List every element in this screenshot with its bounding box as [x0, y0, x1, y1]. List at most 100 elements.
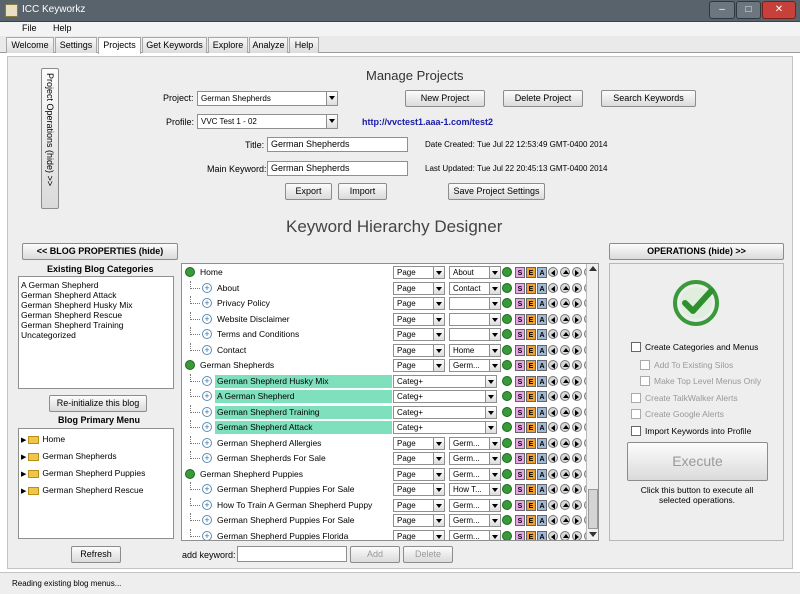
- add-node-icon[interactable]: +: [202, 530, 212, 540]
- move-right-icon[interactable]: [572, 360, 582, 370]
- action-e-icon[interactable]: E: [526, 453, 536, 464]
- add-node-icon[interactable]: +: [202, 313, 212, 324]
- operation-option[interactable]: Make Top Level Menus Only: [640, 376, 790, 388]
- hierarchy-scrollbar[interactable]: [586, 264, 598, 540]
- parent-select[interactable]: Germ...: [449, 359, 501, 372]
- globe-icon[interactable]: [502, 298, 512, 308]
- move-left-icon[interactable]: [548, 313, 558, 324]
- move-left-icon[interactable]: [548, 282, 558, 293]
- globe-icon[interactable]: [502, 313, 512, 324]
- tab-analyze[interactable]: Analyze: [249, 37, 288, 53]
- move-up-icon[interactable]: [560, 468, 570, 479]
- page-type-select[interactable]: Categ+: [393, 405, 497, 419]
- checkbox[interactable]: [640, 360, 650, 370]
- hierarchy-keyword[interactable]: German Shepherd Puppies Florida: [215, 530, 390, 541]
- delete-button[interactable]: Delete: [403, 546, 453, 563]
- hierarchy-keyword[interactable]: German Shepherd Allergies: [215, 437, 390, 450]
- action-e-icon[interactable]: E: [526, 406, 536, 418]
- move-left-icon[interactable]: [548, 344, 558, 355]
- action-s-icon[interactable]: S: [515, 329, 525, 340]
- page-type-select[interactable]: Page: [393, 514, 445, 527]
- tab-help[interactable]: Help: [289, 37, 319, 53]
- expand-arrow-icon[interactable]: ▶: [21, 437, 26, 444]
- add-node-icon[interactable]: +: [202, 437, 212, 448]
- move-right-icon[interactable]: [572, 530, 582, 540]
- page-type-select[interactable]: Page: [393, 297, 445, 310]
- page-type-select[interactable]: Page: [393, 529, 445, 540]
- save-project-settings-button[interactable]: Save Project Settings: [448, 183, 545, 200]
- action-e-icon[interactable]: E: [526, 313, 536, 325]
- action-a-icon[interactable]: A: [537, 437, 547, 449]
- move-left-icon[interactable]: [548, 406, 558, 417]
- checkbox[interactable]: [631, 426, 641, 436]
- hierarchy-row[interactable]: German Shepherds Page Germ... S E A: [182, 358, 594, 373]
- action-a-icon[interactable]: A: [537, 298, 547, 309]
- execute-button[interactable]: Execute: [627, 442, 768, 481]
- globe-icon[interactable]: [502, 515, 512, 525]
- tab-welcome[interactable]: Welcome: [6, 37, 54, 53]
- action-e-icon[interactable]: E: [526, 515, 536, 526]
- action-a-icon[interactable]: A: [537, 344, 547, 356]
- add-node-icon[interactable]: +: [202, 375, 212, 386]
- move-right-icon[interactable]: [572, 515, 582, 525]
- move-up-icon[interactable]: [560, 406, 570, 417]
- move-up-icon[interactable]: [560, 422, 570, 432]
- parent-select[interactable]: How T...: [449, 483, 501, 496]
- reinitialize-blog-button[interactable]: Re-initialize this blog: [49, 395, 147, 412]
- action-s-icon[interactable]: S: [515, 499, 525, 511]
- keyword-hierarchy-tree[interactable]: Home Page About S E A + About Page Contact S E A + Pri…: [181, 263, 599, 541]
- profile-select[interactable]: VVC Test 1 - 02: [197, 114, 338, 129]
- page-type-select[interactable]: Page: [393, 312, 445, 326]
- expand-arrow-icon[interactable]: ▶: [21, 471, 26, 478]
- move-up-icon[interactable]: [560, 313, 570, 324]
- action-e-icon[interactable]: E: [526, 375, 536, 387]
- page-type-select[interactable]: Page: [393, 467, 445, 481]
- move-up-icon[interactable]: [560, 375, 570, 386]
- page-type-select[interactable]: Page: [393, 359, 445, 372]
- page-type-select[interactable]: Page: [393, 483, 445, 496]
- globe-icon[interactable]: [502, 344, 512, 355]
- import-button[interactable]: Import: [338, 183, 387, 200]
- action-e-icon[interactable]: E: [526, 267, 536, 278]
- globe-icon[interactable]: [502, 360, 512, 370]
- move-up-icon[interactable]: [560, 344, 570, 355]
- move-right-icon[interactable]: [572, 282, 582, 293]
- add-button[interactable]: Add: [350, 546, 400, 563]
- page-type-select[interactable]: Categ+: [393, 374, 497, 388]
- menu-file[interactable]: File: [22, 23, 37, 33]
- move-up-icon[interactable]: [560, 282, 570, 293]
- close-button[interactable]: ✕: [762, 1, 796, 19]
- menu-tree-item[interactable]: ▶ German Shepherd Rescue: [21, 483, 171, 500]
- move-right-icon[interactable]: [572, 329, 582, 339]
- operation-option[interactable]: Add To Existing Silos: [640, 360, 790, 372]
- action-s-icon[interactable]: S: [515, 375, 525, 387]
- parent-select[interactable]: [449, 328, 501, 341]
- hierarchy-row[interactable]: + German Shepherd Training Categ+ S E A: [182, 404, 594, 420]
- title-field[interactable]: German Shepherds: [267, 137, 408, 152]
- action-s-icon[interactable]: S: [515, 422, 525, 433]
- move-right-icon[interactable]: [572, 484, 582, 494]
- move-right-icon[interactable]: [572, 468, 582, 479]
- add-node-icon[interactable]: +: [202, 484, 212, 494]
- move-left-icon[interactable]: [548, 329, 558, 339]
- action-e-icon[interactable]: E: [526, 499, 536, 511]
- action-s-icon[interactable]: S: [515, 344, 525, 356]
- hierarchy-keyword[interactable]: How To Train A German Shepherd Puppy: [215, 499, 390, 512]
- move-left-icon[interactable]: [548, 468, 558, 479]
- globe-icon[interactable]: [502, 484, 512, 494]
- project-operations-toggle[interactable]: Project Operations (hide) >>: [41, 68, 59, 209]
- menu-tree-item[interactable]: ▶ Home: [21, 432, 171, 449]
- parent-select[interactable]: Germ...: [449, 452, 501, 465]
- hierarchy-row[interactable]: + German Shepherd Allergies Page Germ... S E A: [182, 435, 594, 451]
- action-s-icon[interactable]: S: [515, 437, 525, 449]
- parent-select[interactable]: Home: [449, 343, 501, 357]
- add-node-icon[interactable]: +: [202, 344, 212, 355]
- move-right-icon[interactable]: [572, 422, 582, 432]
- action-e-icon[interactable]: E: [526, 298, 536, 309]
- page-type-select[interactable]: Page: [393, 436, 445, 450]
- move-right-icon[interactable]: [572, 267, 582, 277]
- node-icon[interactable]: [185, 468, 195, 479]
- node-icon[interactable]: [185, 360, 195, 370]
- operation-option[interactable]: Create Google Alerts: [631, 409, 781, 421]
- move-up-icon[interactable]: [560, 298, 570, 308]
